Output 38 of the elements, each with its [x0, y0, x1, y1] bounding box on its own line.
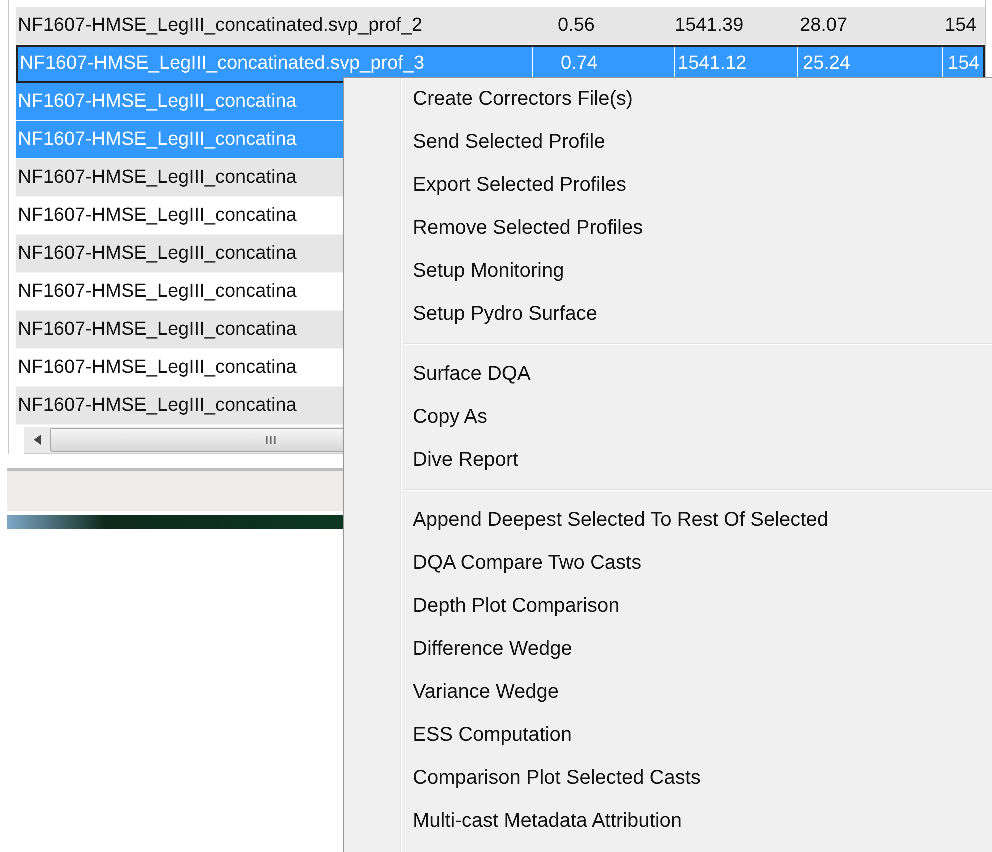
menu-item[interactable]: Export Selected Profiles [344, 164, 626, 207]
menu-item[interactable]: DQA Compare Two Casts [344, 542, 642, 585]
menu-item[interactable]: Remove Selected Profiles [344, 207, 644, 250]
menu-item[interactable]: Difference Wedge [344, 628, 572, 671]
menu-item[interactable]: Append Deepest Selected To Rest Of Selected [344, 499, 828, 542]
menu-item[interactable]: Send Selected Profile [344, 121, 606, 164]
table-cell-text: 25.24 [802, 52, 851, 76]
menu-item[interactable]: Surface DQA [344, 353, 531, 396]
table-row[interactable]: NF1607-HMSE_LegIII_concatinated.svp_prof_2 0.56 1541.39 28.07 154 [16, 7, 985, 45]
table-cell-text: NF1607-HMSE_LegIII_concatinated.svp_prof_2 [17, 14, 423, 38]
table-cell-text: 28.07 [799, 14, 848, 38]
menu-item[interactable]: Comparison Plot Selected Casts [344, 757, 701, 800]
menu-item[interactable]: Depth Plot Comparison [344, 585, 620, 628]
table-cell-text: NF1607-HMSE_LegIII_concatina [17, 204, 297, 228]
table-cell-text: NF1607-HMSE_LegIII_concatinated.svp_prof_3 [19, 52, 425, 76]
menu-item[interactable]: Multi-cast Metadata Attribution [344, 800, 682, 843]
table-cell-text: NF1607-HMSE_LegIII_concatina [17, 128, 297, 152]
table-cell-text: 154 [944, 14, 977, 38]
menu-item[interactable]: Copy As [344, 396, 488, 439]
menu-item[interactable]: Setup Monitoring [344, 250, 564, 293]
table-cell-text: 1541.12 [677, 52, 747, 76]
menu-item[interactable]: ESS Computation [344, 714, 572, 757]
menu-item[interactable]: Dive Report [344, 439, 519, 482]
grip-icon [266, 436, 276, 444]
table-cell-text: NF1607-HMSE_LegIII_concatina [17, 166, 297, 190]
table-cell-text: NF1607-HMSE_LegIII_concatina [17, 318, 297, 342]
menu-item[interactable]: Variance Wedge [344, 671, 560, 714]
menu-item[interactable]: Setup Pydro Surface [344, 293, 598, 336]
table-cell-text: 0.56 [557, 14, 595, 38]
table-cell-text: 154 [947, 52, 980, 76]
table-cell-text: NF1607-HMSE_LegIII_concatina [17, 90, 297, 114]
table-cell-text: NF1607-HMSE_LegIII_concatina [17, 356, 297, 380]
table-cell-text: 1541.39 [674, 14, 744, 38]
table-cell-text: NF1607-HMSE_LegIII_concatina [17, 280, 297, 304]
table-cell-text: 0.74 [560, 52, 598, 76]
table-cell-text: NF1607-HMSE_LegIII_concatina [17, 394, 297, 418]
left-arrow-icon[interactable] [34, 435, 42, 445]
table-cell-text: NF1607-HMSE_LegIII_concatina [17, 242, 297, 266]
